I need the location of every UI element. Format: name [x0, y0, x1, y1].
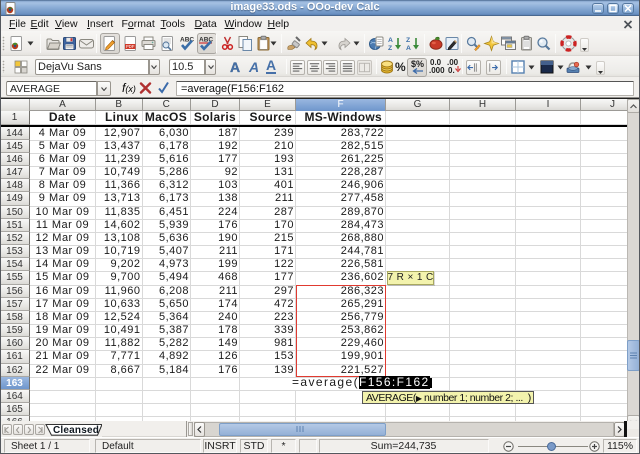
svg-text:A: A [406, 45, 411, 52]
svg-text:PDF: PDF [126, 44, 135, 49]
svg-text:A: A [388, 37, 393, 44]
svg-text:Z: Z [406, 37, 410, 44]
svg-text:Z: Z [388, 45, 392, 52]
svg-text:ABC: ABC [180, 37, 194, 44]
